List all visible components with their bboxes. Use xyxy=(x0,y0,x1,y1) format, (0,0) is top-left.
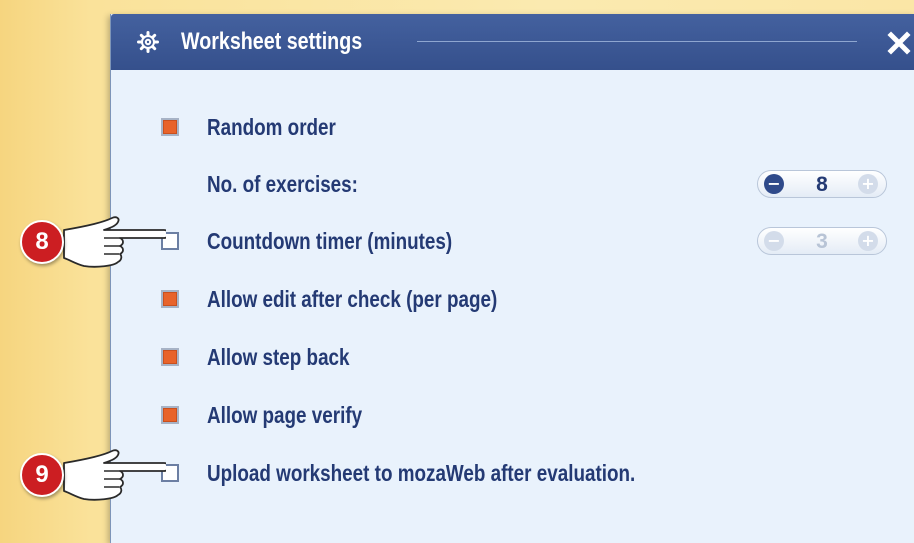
exercises-increment-button[interactable]: + xyxy=(858,174,878,194)
callout-9: 9 xyxy=(20,445,166,505)
pointing-hand-icon xyxy=(63,216,166,268)
callout-8-badge: 8 xyxy=(20,220,64,264)
callout-9-badge: 9 xyxy=(20,453,64,497)
allow-page-verify-checkbox[interactable] xyxy=(161,406,179,424)
pointing-hand-icon xyxy=(63,449,166,501)
exercises-stepper: − 8 + xyxy=(757,170,887,198)
allow-page-verify-label: Allow page verify xyxy=(207,402,363,428)
close-icon[interactable] xyxy=(883,24,914,60)
gear-icon[interactable] xyxy=(137,31,159,53)
random-order-checkbox[interactable] xyxy=(161,118,179,136)
exercises-decrement-button[interactable]: − xyxy=(764,174,784,194)
allow-step-back-checkbox[interactable] xyxy=(161,348,179,366)
setting-allow-edit: Allow edit after check (per page) xyxy=(111,282,914,318)
allow-edit-checkbox[interactable] xyxy=(161,290,179,308)
dialog-titlebar: Worksheet settings xyxy=(111,14,914,70)
exercises-value: 8 xyxy=(816,173,828,196)
timer-value: 3 xyxy=(816,230,828,253)
timer-increment-button: + xyxy=(858,231,878,251)
dialog-title: Worksheet settings xyxy=(181,28,363,55)
title-divider xyxy=(417,41,857,42)
random-order-label: Random order xyxy=(207,114,336,140)
countdown-timer-label: Countdown timer (minutes) xyxy=(207,228,453,254)
allow-step-back-label: Allow step back xyxy=(207,344,350,370)
upload-worksheet-label: Upload worksheet to mozaWeb after evalua… xyxy=(207,460,636,486)
callout-8: 8 xyxy=(20,212,166,272)
worksheet-settings-dialog: Worksheet settings Random order No. of e… xyxy=(110,14,914,543)
exercises-label: No. of exercises: xyxy=(207,171,358,197)
timer-decrement-button: − xyxy=(764,231,784,251)
setting-countdown-timer: Countdown timer (minutes) − 3 + xyxy=(111,224,914,260)
setting-exercises: No. of exercises: − 8 + xyxy=(111,167,914,203)
setting-random-order: Random order xyxy=(111,110,914,146)
setting-upload-worksheet: Upload worksheet to mozaWeb after evalua… xyxy=(111,456,914,492)
allow-edit-label: Allow edit after check (per page) xyxy=(207,286,498,312)
setting-allow-step-back: Allow step back xyxy=(111,340,914,376)
countdown-timer-stepper: − 3 + xyxy=(757,227,887,255)
setting-allow-page-verify: Allow page verify xyxy=(111,398,914,434)
